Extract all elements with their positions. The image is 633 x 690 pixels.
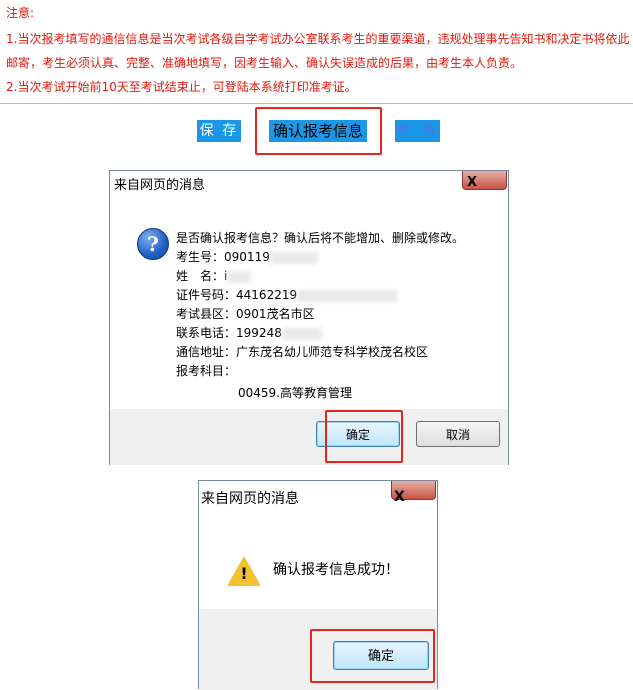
id-number-separator: ： [224, 288, 237, 302]
dialog-title: 来自网页的消息 [201, 491, 299, 507]
dialog-title: 来自网页的消息 [114, 178, 206, 193]
dialog-question: 是否确认报考信息？确认后将不能增加、删除或修改。 [176, 231, 465, 245]
exam-number-row: 考生号：090119 [176, 248, 318, 265]
pay-button[interactable]: 缴 费 [395, 120, 440, 142]
exam-number-value: 090119 [224, 250, 270, 264]
county-row: 考试县区：0901茂名市区 [176, 305, 315, 322]
dialog-titlebar: 来自网页的消息 X [199, 481, 437, 509]
phone-row: 联系电话：199248 [176, 324, 322, 341]
success-message: 确认报考信息成功！ [273, 562, 399, 578]
id-number-label: 证件号码 [176, 288, 225, 302]
question-icon: ? [137, 228, 169, 260]
exam-number-label: 考生号 [176, 250, 213, 264]
address-label: 通信地址 [176, 345, 225, 359]
subject-value: 00459.高等教育管理 [238, 386, 352, 400]
phone-separator: ： [224, 326, 237, 340]
phone-value: 199248 [236, 326, 282, 340]
county-label: 考试县区 [176, 307, 225, 321]
highlight-box-confirm [255, 107, 382, 155]
exam-number-separator: ： [212, 250, 225, 264]
dialog-body: ! 确认报考信息成功！ [199, 509, 437, 609]
address-value: 广东茂名幼儿师范专科学校茂名校区 [236, 345, 429, 359]
dialog-body: ? 是否确认报考信息？确认后将不能增加、删除或修改。 考生号：090119 姓 … [110, 193, 508, 409]
notice-title: 注意: [6, 6, 35, 20]
warning-icon-mark: ! [240, 564, 248, 583]
id-number-row: 证件号码：44162219 [176, 286, 398, 303]
county-separator: ： [224, 307, 237, 321]
name-row: 姓 名：i [176, 267, 252, 284]
divider [0, 103, 633, 104]
dialog-titlebar: 来自网页的消息 X [110, 171, 508, 193]
save-button[interactable]: 保 存 [197, 120, 241, 142]
address-row: 通信地址：广东茂名幼儿师范专科学校茂名校区 [176, 343, 428, 360]
cancel-button[interactable]: 取消 [416, 421, 500, 447]
redaction [297, 289, 398, 302]
close-icon: X [394, 489, 405, 505]
name-separator: ： [212, 269, 225, 283]
close-button[interactable]: X [391, 481, 436, 505]
confirm-dialog: 来自网页的消息 X ? 是否确认报考信息？确认后将不能增加、删除或修改。 考生号… [109, 170, 509, 465]
phone-label: 联系电话 [176, 326, 225, 340]
name-label: 姓 名 [176, 269, 213, 283]
close-icon: X [467, 175, 478, 190]
redaction [227, 270, 252, 283]
subjects-label: 报考科目： [176, 364, 237, 378]
highlight-box-ok [325, 410, 403, 463]
notice-line-2: 邮寄，考生必须认真、完整、准确地填写，因考生输入、确认失误造成的后果，由考生本人… [6, 56, 523, 70]
notice-line-1: 1.当次报考填写的通信信息是当次考试各级自学考试办公室联系考生的重要渠道，违规处… [6, 32, 630, 46]
id-number-value: 44162219 [236, 288, 298, 302]
redaction [281, 327, 322, 340]
highlight-box-ok-2 [310, 629, 435, 683]
county-value: 0901茂名市区 [236, 307, 315, 321]
close-button[interactable]: X [462, 171, 507, 190]
notice-line-3: 2.当次考试开始前10天至考试结束止，可登陆本系统打印准考证。 [6, 80, 357, 94]
address-separator: ： [224, 345, 237, 359]
redaction [269, 251, 318, 264]
